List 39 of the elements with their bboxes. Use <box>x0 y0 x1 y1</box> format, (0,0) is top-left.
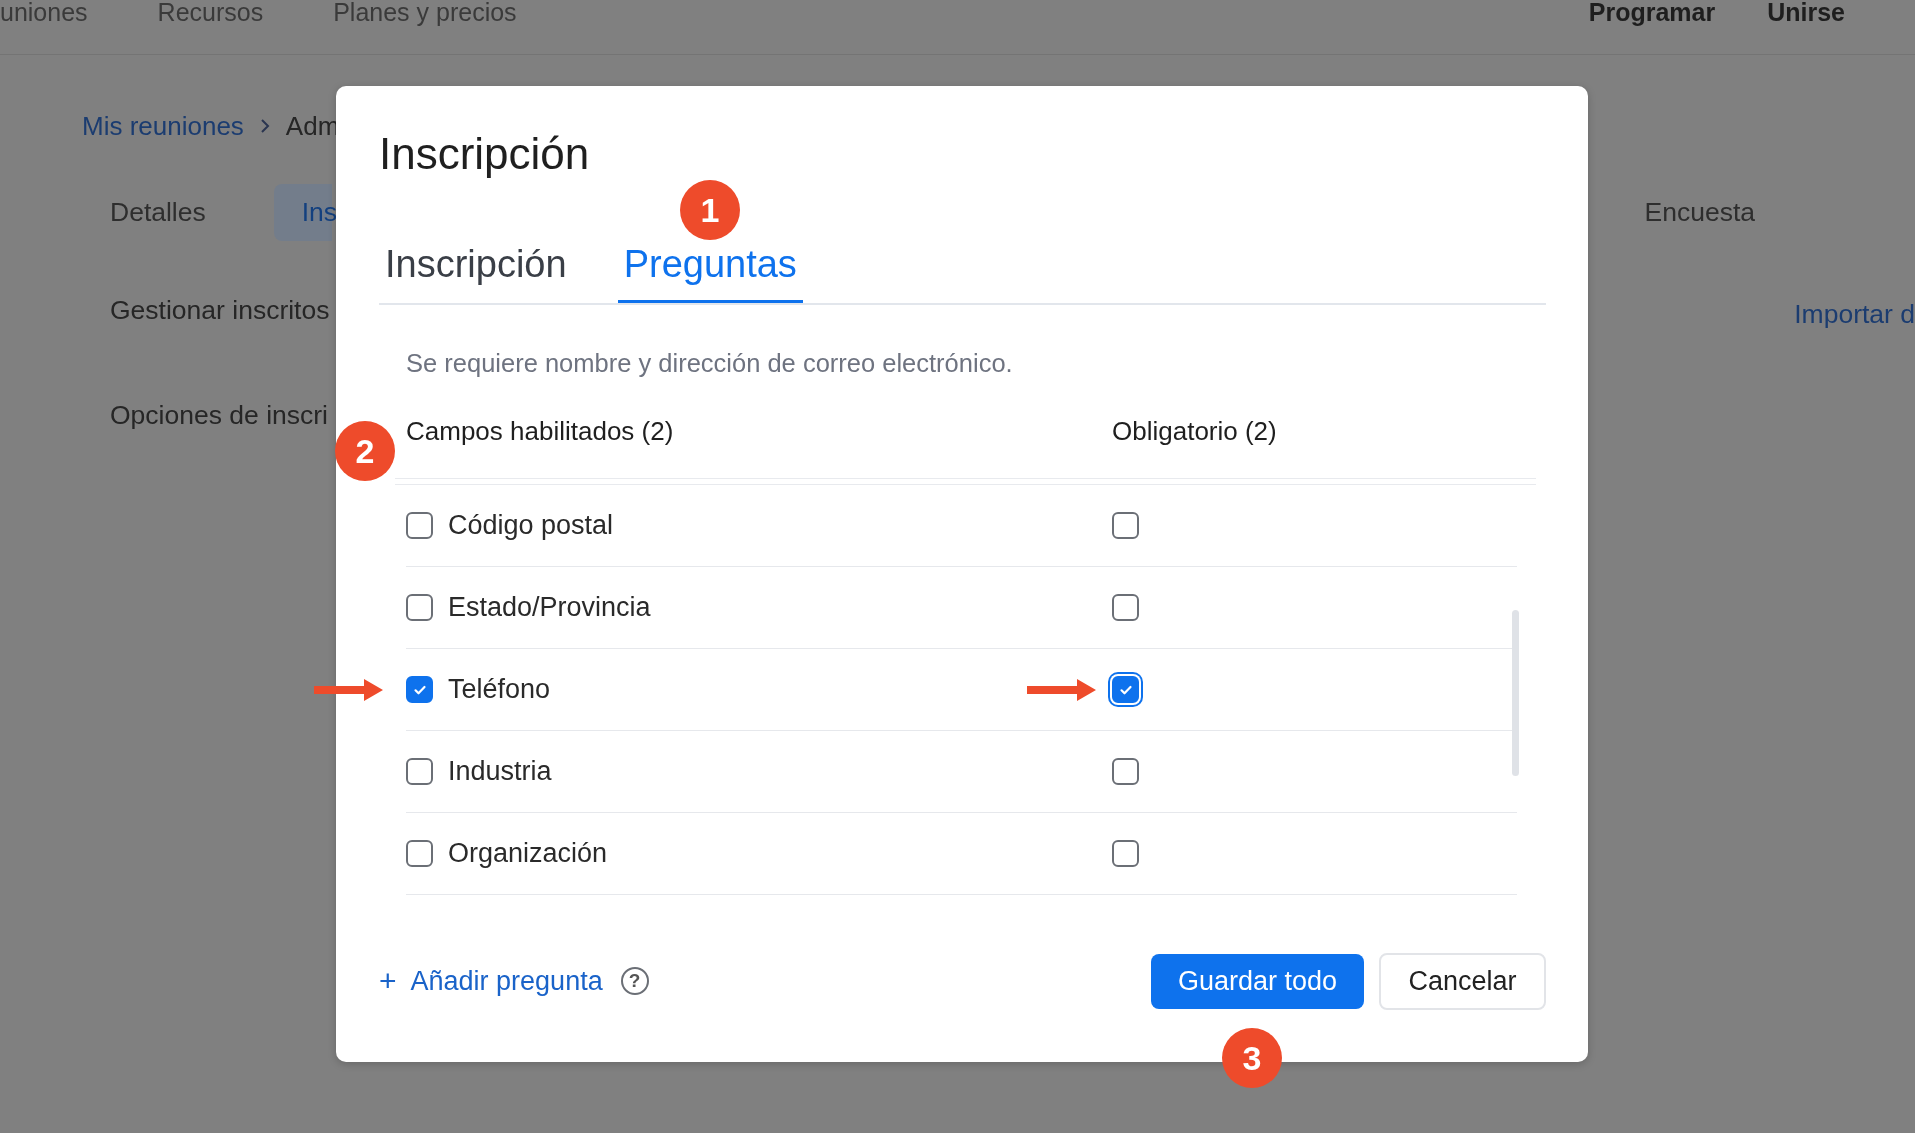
checkbox[interactable] <box>406 840 433 867</box>
checkbox[interactable] <box>1112 840 1139 867</box>
nav-link[interactable]: uniones <box>0 0 88 25</box>
checkbox[interactable] <box>406 512 433 539</box>
chevron-icon <box>259 119 270 133</box>
dialog-title: Inscripción <box>379 128 590 178</box>
checkbox[interactable] <box>1112 594 1139 621</box>
dialog-tab[interactable]: Inscripción <box>379 228 573 303</box>
hint-text: Se requiere nombre y dirección de correo electrónico. <box>406 348 1013 378</box>
field-label: Industria <box>448 756 552 787</box>
scrollbar[interactable] <box>1512 610 1519 776</box>
side-menu-item[interactable]: Gestionar inscritos <box>110 294 330 326</box>
side-menu-item[interactable]: Opciones de inscri <box>110 399 328 431</box>
save-button[interactable]: Guardar todo <box>1151 953 1364 1009</box>
checkbox[interactable] <box>1112 758 1139 785</box>
checkbox[interactable] <box>406 758 433 785</box>
help-icon[interactable]: ? <box>620 967 649 995</box>
step-badge: 3 <box>1222 1028 1282 1088</box>
field-label: Teléfono <box>448 674 551 705</box>
checkbox[interactable] <box>406 594 433 621</box>
nav-link[interactable]: Programar <box>1588 0 1716 25</box>
page-tab[interactable]: Encuesta <box>1644 184 1755 240</box>
breadcrumb-link[interactable]: Mis reuniones <box>82 110 244 142</box>
field-label: Estado/Provincia <box>448 592 651 623</box>
column-header: Obligatorio (2) <box>1112 415 1277 447</box>
checkbox[interactable] <box>1112 512 1139 539</box>
checkbox[interactable] <box>406 676 433 703</box>
cancel-button[interactable]: Cancelar <box>1379 952 1546 1010</box>
nav-link[interactable]: Planes y precios <box>333 0 517 25</box>
nav-link[interactable]: Unirse <box>1767 0 1845 25</box>
field-label: Organización <box>448 838 608 869</box>
add-question-link[interactable]: + Añadir pregunta <box>379 964 603 998</box>
field-label: Código postal <box>448 510 614 541</box>
step-badge: 2 <box>335 421 395 481</box>
import-link[interactable]: Importar d <box>1794 298 1915 330</box>
page-tab[interactable]: Detalles <box>110 184 206 240</box>
step-badge: 1 <box>680 180 740 240</box>
column-header: Campos habilitados (2) <box>406 415 675 447</box>
nav-link[interactable]: Recursos <box>157 0 264 25</box>
